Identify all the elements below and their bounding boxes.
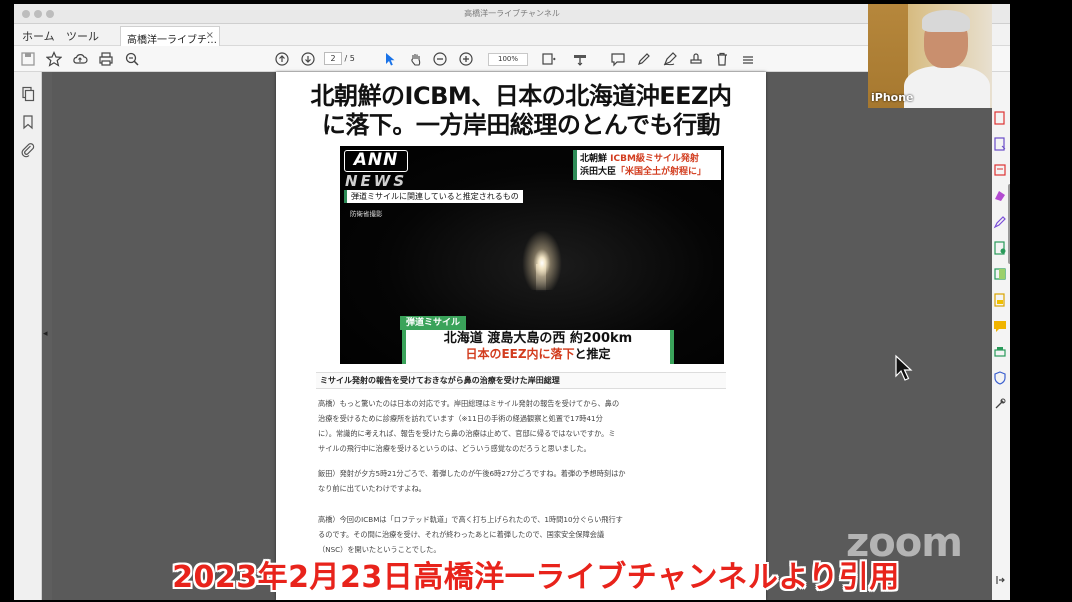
mouse-cursor-icon	[895, 354, 913, 381]
zoom-out-search-icon[interactable]	[124, 51, 140, 67]
headline-box-red-2: 「米国全土が射程に」	[616, 167, 707, 177]
print-icon[interactable]	[98, 51, 114, 67]
text-line: 治療を受けるために診療所を訪れています（※11日の手術の経過観察と処置で17時4…	[318, 414, 603, 423]
article-headline: 北朝鮮のICBM、日本の北海道沖EEZ内 に落下。一方岸田総理のとんでも行動	[276, 82, 766, 140]
paragraph-2: 飯田）発射が夕方5時21分ごろで、着弾したのが午後6時27分ごろですね。着弾の予…	[318, 466, 728, 496]
paragraph-3: 高橋）今回のICBMは「ロフテッド軌道」で高く打ち上げられたので、1時間10分ぐ…	[318, 512, 728, 557]
delete-icon[interactable]	[714, 51, 730, 67]
ballistic-missile-tag: 弾道ミサイル	[400, 316, 467, 330]
home-menu-tab[interactable]: ホーム	[22, 28, 55, 44]
camera-device-label: iPhone	[871, 91, 914, 104]
article-subheading: ミサイル発射の報告を受けておきながら鼻の治療を受けた岸田総理	[316, 372, 726, 389]
highlight-pen-icon[interactable]	[636, 51, 652, 67]
more-options-icon[interactable]	[740, 51, 756, 67]
lower-third-suffix: と推定	[574, 347, 611, 361]
headline-box-prefix-1: 北朝鮮	[580, 154, 608, 164]
previous-page-icon[interactable]	[274, 51, 290, 67]
headline-line-1: 北朝鮮のICBM、日本の北海道沖EEZ内	[310, 82, 732, 110]
text-line: 高橋）もっと驚いたのは日本の対応です。岸田総理はミサイル発射の報告を受けてから、…	[318, 399, 620, 408]
window-titlebar: 高橋洋一ライブチャンネル	[14, 4, 1010, 24]
headline-box-prefix-2: 浜田大臣	[580, 167, 617, 177]
edit-pdf-icon[interactable]	[993, 162, 1007, 176]
camera-video-tile[interactable]: iPhone	[868, 4, 992, 108]
stamp-icon[interactable]	[688, 51, 704, 67]
export-pdf-icon[interactable]	[993, 110, 1007, 125]
news-top-right-headline: 北朝鮮 ICBM級ミサイル発射 浜田大臣「米国全土が射程に」	[573, 150, 721, 180]
source-caption: 防衛省撮影	[350, 210, 383, 218]
fill-sign-icon[interactable]	[993, 214, 1007, 229]
document-tab-label: 高橋洋一ライブチ…	[127, 35, 217, 46]
scroll-mode-icon[interactable]	[572, 51, 588, 67]
vertical-scrollbar[interactable]	[1008, 184, 1010, 264]
protect-shield-icon[interactable]	[993, 370, 1007, 385]
save-icon[interactable]	[20, 51, 36, 67]
camera-person-body	[904, 66, 990, 108]
comment-tool-icon[interactable]	[993, 318, 1007, 332]
related-caption: 弾道ミサイルに関連していると推定されるもの	[344, 190, 523, 203]
lower-third-line-1: 北海道 渡島大島の西 約200km	[443, 331, 633, 346]
print-production-icon[interactable]	[993, 344, 1007, 358]
zoom-in-icon[interactable]	[458, 51, 474, 67]
collapse-left-panel-icon[interactable]: ◂	[43, 329, 48, 339]
paragraph-1: 高橋）もっと驚いたのは日本の対応です。岸田総理はミサイル発射の報告を受けてから、…	[318, 396, 728, 456]
zoom-level-select[interactable]: 100%	[488, 53, 528, 66]
cloud-upload-icon[interactable]	[72, 51, 88, 67]
bookmark-icon[interactable]	[20, 114, 36, 130]
page-total-label: / 5	[344, 54, 355, 63]
left-sidebar	[14, 72, 42, 600]
lower-third-red: 日本のEEZ内に落下	[465, 347, 575, 361]
missile-glow	[522, 230, 562, 290]
pdf-page: 北朝鮮のICBM、日本の北海道沖EEZ内 に落下。一方岸田総理のとんでも行動 A…	[276, 72, 766, 600]
headline-line-2: に落下。一方岸田総理のとんでも行動	[321, 111, 721, 139]
window-title: 高橋洋一ライブチャンネル	[464, 9, 560, 18]
star-bookmark-icon[interactable]	[45, 51, 63, 67]
news-lower-third: 北海道 渡島大島の西 約200km 日本のEEZ内に落下と推定	[402, 330, 674, 364]
text-line: に）。常識的に考えれば、報告を受けたら鼻の治療は止めて、官邸に帰るではないですか…	[318, 429, 616, 438]
page-thumbnails-icon[interactable]	[20, 86, 36, 102]
close-tab-icon[interactable]: ×	[206, 30, 214, 41]
source-attribution-caption: 2023年2月23日高橋洋一ライブチャンネルより引用	[172, 560, 900, 595]
text-line: 高橋）今回のICBMは「ロフテッド軌道」で高く打ち上げられたので、1時間10分ぐ…	[318, 515, 623, 524]
text-line: 飯田）発射が夕方5時21分ごろで、着弾したのが午後6時27分ごろですね。着弾の予…	[318, 469, 626, 478]
text-line: なり前に出ていたわけですよね。	[318, 484, 426, 493]
news-screenshot-image: ANN NEWS 弾道ミサイルに関連していると推定されるもの 防衛省撮影 北朝鮮…	[340, 146, 724, 364]
page-number-input[interactable]: 2	[324, 52, 342, 65]
page-number-box: 2 / 5	[324, 52, 376, 66]
pdf-toolbar: 2 / 5 100%	[14, 46, 1010, 72]
select-cursor-icon[interactable]	[382, 51, 398, 67]
scan-ocr-icon[interactable]	[993, 240, 1007, 255]
hand-tool-icon[interactable]	[408, 51, 424, 67]
draw-icon[interactable]	[662, 51, 678, 67]
more-tools-icon[interactable]	[993, 396, 1007, 410]
text-line: サイルの飛行中に治療を受けるというのは、どういう感覚なのだろうと思いました。	[318, 444, 591, 453]
combine-files-icon[interactable]	[993, 292, 1007, 307]
ann-logo: ANN	[344, 150, 408, 172]
camera-person-hair	[922, 10, 970, 32]
text-line: るのです。その間に治療を受け、それが終わったあとに着弾したので、国家安全保障会議	[318, 530, 605, 539]
news-logo-text: NEWS	[345, 172, 408, 190]
organize-pages-icon[interactable]	[993, 188, 1007, 202]
compress-pdf-icon[interactable]	[993, 266, 1007, 280]
right-tools-sidebar	[992, 72, 1010, 600]
shared-screen: 高橋洋一ライブチャンネル ホーム ツール 高橋洋一ライブチ… × 2 / 5 1…	[14, 4, 1010, 600]
comment-icon[interactable]	[610, 51, 626, 67]
next-page-icon[interactable]	[300, 51, 316, 67]
menu-tab-row: ホーム ツール 高橋洋一ライブチ… ×	[14, 24, 1010, 46]
attachment-icon[interactable]	[20, 142, 36, 158]
fit-page-icon[interactable]	[540, 51, 556, 67]
headline-box-red-1: ICBM級ミサイル発射	[610, 154, 699, 164]
tools-menu-tab[interactable]: ツール	[66, 28, 99, 44]
create-pdf-icon[interactable]	[993, 136, 1007, 151]
zoom-out-icon[interactable]	[432, 51, 448, 67]
document-tab[interactable]: 高橋洋一ライブチ… ×	[120, 26, 220, 46]
